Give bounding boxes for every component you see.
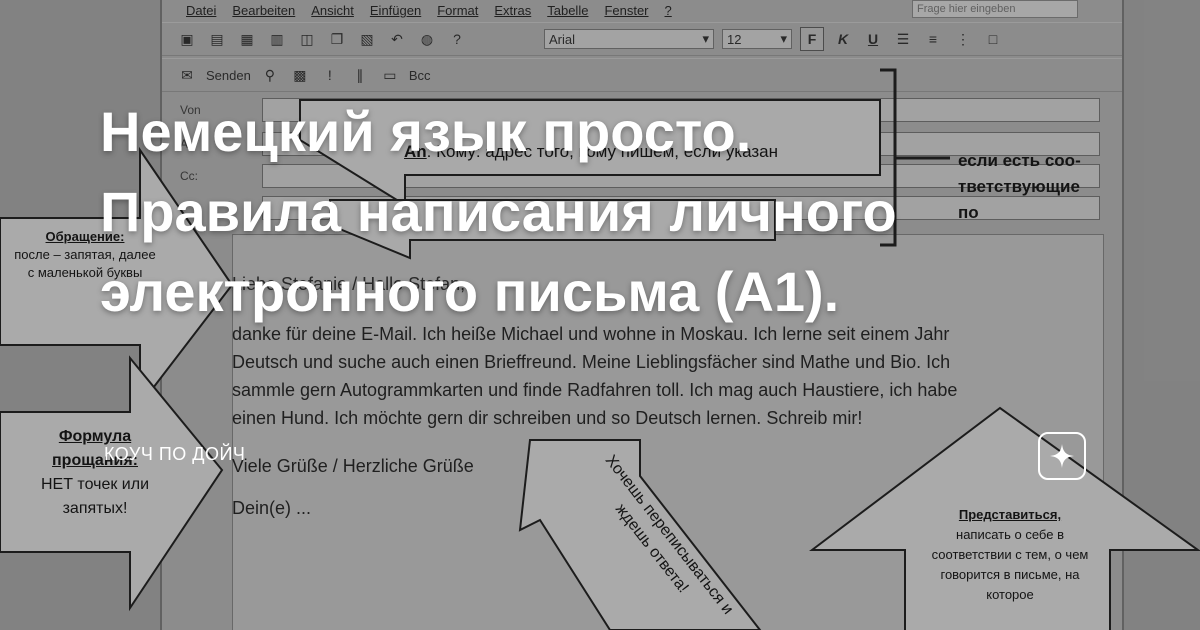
sparkle-icon[interactable]: [1038, 432, 1086, 480]
channel-name[interactable]: КОУЧ ПО ДОЙЧ: [104, 444, 245, 465]
screenshot-stage: Datei Bearbeiten Ansicht Einfügen Format…: [0, 0, 1200, 630]
title-line: Немецкий язык просто.: [100, 100, 752, 163]
title-line: Правила написания личного: [100, 180, 897, 243]
article-title: Немецкий язык просто. Правила написания …: [100, 92, 1080, 332]
title-line: электронного письма (А1).: [100, 260, 840, 323]
